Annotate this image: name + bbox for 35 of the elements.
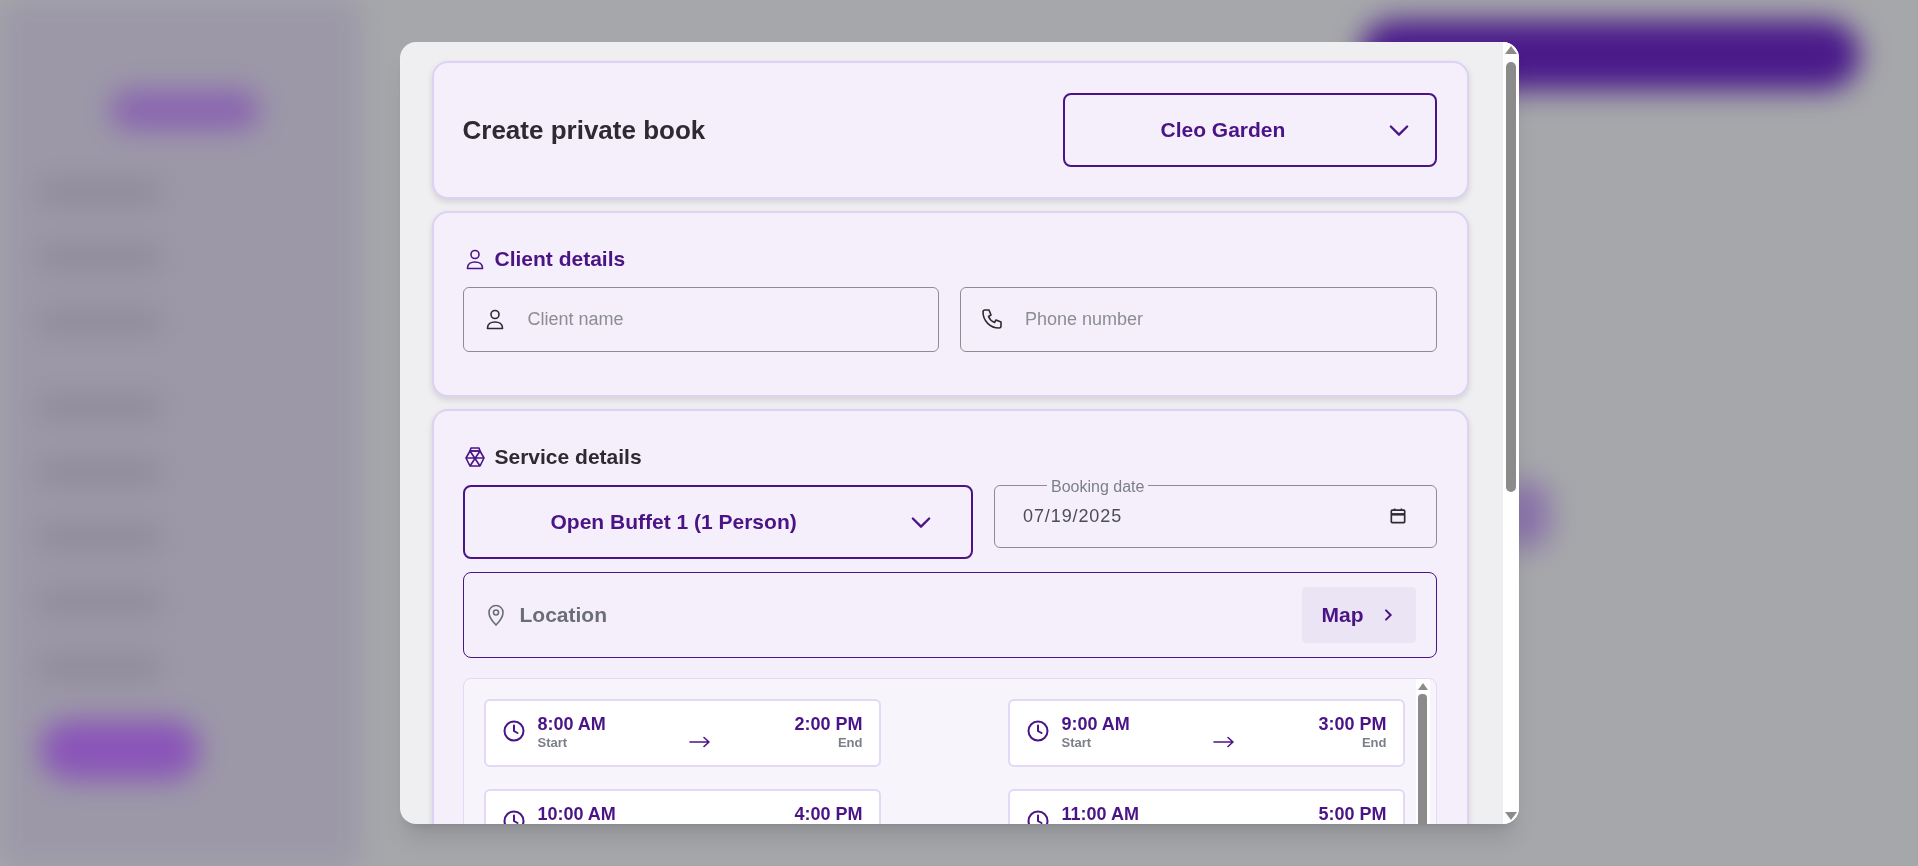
section-heading: Service details [494, 444, 642, 470]
clock-icon [501, 718, 526, 743]
arrow-right-icon [689, 735, 712, 748]
name-field[interactable]: Client name [462, 286, 939, 352]
package-dropdown[interactable]: Open Buffet 1 (1 Person) [462, 484, 973, 559]
time-slot-card[interactable]: 11:00 AM 5:00 PM [1007, 788, 1405, 824]
venue-dropdown[interactable]: Cleo Garden [1062, 93, 1437, 167]
start-time: 11:00 AM [1061, 802, 1139, 824]
end-time: 5:00 PM [1318, 802, 1387, 824]
end-time: 3:00 PM [1318, 712, 1387, 735]
end-time: 4:00 PM [794, 802, 863, 824]
clock-icon [1025, 718, 1050, 743]
map-button[interactable]: Map [1301, 586, 1416, 643]
end-time: 2:00 PM [794, 712, 863, 735]
phone-field[interactable]: Phone number [960, 286, 1437, 352]
time-slot-card[interactable]: 9:00 AM Start 3:00 PM End [1007, 698, 1405, 767]
section-heading: Client details [494, 246, 626, 272]
lantern-icon [462, 444, 487, 469]
start-time: 9:00 AM [1061, 712, 1130, 735]
scrollbar[interactable] [1502, 42, 1519, 824]
start-time: 8:00 AM [537, 712, 606, 735]
time-slot-card[interactable]: 8:00 AM Start 2:00 PM End [483, 698, 881, 767]
start-caption: Start [537, 734, 569, 751]
dialog-title: Create private book [462, 113, 706, 147]
scrollbar[interactable] [1415, 678, 1430, 824]
end-caption: End [837, 734, 863, 751]
end-caption: End [1361, 734, 1387, 751]
arrow-right-icon [1213, 735, 1236, 748]
location-placeholder: Location [519, 601, 607, 628]
time-slot-card[interactable]: 10:00 AM 4:00 PM [483, 788, 881, 824]
start-caption: Start [1061, 734, 1093, 751]
phone-icon [980, 306, 1004, 331]
date-value: 07/19/2025 [1023, 504, 1123, 528]
start-time: 10:00 AM [537, 802, 616, 824]
location-field[interactable]: Location Map [462, 571, 1437, 658]
